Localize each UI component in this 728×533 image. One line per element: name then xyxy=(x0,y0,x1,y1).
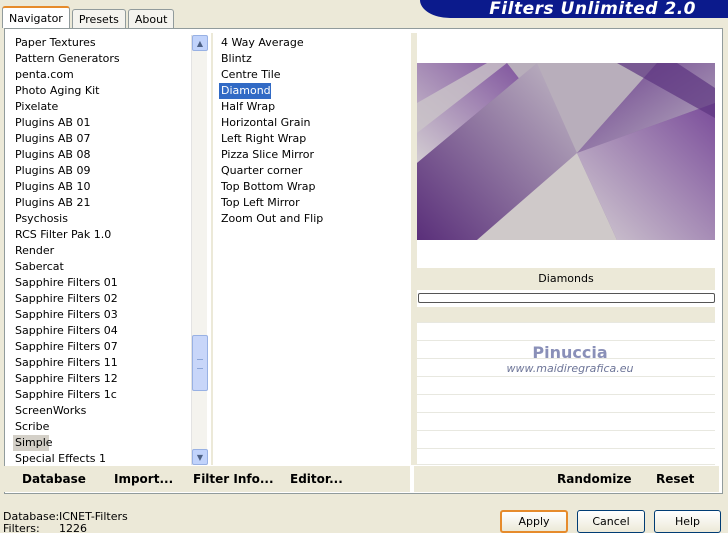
status-filters-value: 1226 xyxy=(59,522,87,533)
control-row xyxy=(417,449,715,465)
category-item[interactable]: Sapphire Filters 12 xyxy=(13,371,183,387)
category-item[interactable]: Scribe xyxy=(13,419,183,435)
randomize-button[interactable]: Randomize xyxy=(557,472,631,486)
category-item[interactable]: RCS Filter Pak 1.0 xyxy=(13,227,183,243)
category-item[interactable]: Sapphire Filters 07 xyxy=(13,339,183,355)
watermark-signature: Pinuccia xyxy=(532,343,608,362)
filter-name-label: Diamonds xyxy=(417,268,715,290)
category-item[interactable]: ScreenWorks xyxy=(13,403,183,419)
category-item[interactable]: Plugins AB 09 xyxy=(13,163,183,179)
category-item[interactable]: Plugins AB 10 xyxy=(13,179,183,195)
scroll-thumb[interactable] xyxy=(192,335,208,391)
category-item[interactable]: Paper Textures xyxy=(13,35,183,51)
category-item[interactable]: Plugins AB 08 xyxy=(13,147,183,163)
category-item[interactable]: Special Effects 1 xyxy=(13,451,183,465)
category-item[interactable]: Plugins AB 01 xyxy=(13,115,183,131)
preview-area: Diamonds Pinuccia www.maidiregrafica.eu xyxy=(417,35,719,465)
category-item[interactable]: Plugins AB 07 xyxy=(13,131,183,147)
category-scrollbar[interactable]: ▲ ▼ xyxy=(191,35,208,465)
app-banner: Filters Unlimited 2.0 xyxy=(420,0,728,18)
category-item[interactable]: Sapphire Filters 1c xyxy=(13,387,183,403)
control-row xyxy=(417,307,715,323)
navigator-panel: Paper Textures Pattern Generators penta.co… xyxy=(4,28,723,494)
tab-bar: Navigator Presets About xyxy=(2,6,176,28)
cancel-button[interactable]: Cancel xyxy=(577,510,645,533)
filter-item[interactable]: Pizza Slice Mirror xyxy=(219,147,409,163)
filter-info-button[interactable]: Filter Info... xyxy=(193,472,274,486)
status-filters: Filters: 1226 xyxy=(3,522,87,533)
filter-list[interactable]: 4 Way Average Blintz Centre Tile Diamonds Ha… xyxy=(219,35,409,465)
apply-button[interactable]: Apply xyxy=(500,510,568,533)
app-title: Filters Unlimited 2.0 xyxy=(489,0,696,18)
filter-item[interactable]: Top Left Mirror xyxy=(219,195,409,211)
scroll-down-button[interactable]: ▼ xyxy=(192,449,208,465)
category-item[interactable]: Simple xyxy=(13,435,53,451)
scroll-up-button[interactable]: ▲ xyxy=(192,35,208,51)
filter-preview-image xyxy=(417,63,715,240)
tab-navigator[interactable]: Navigator xyxy=(2,6,70,28)
filter-item[interactable]: Blintz xyxy=(219,51,409,67)
control-row xyxy=(417,325,715,341)
filter-item[interactable]: Left Right Wrap xyxy=(219,131,409,147)
reset-button[interactable]: Reset xyxy=(656,472,694,486)
control-row xyxy=(417,415,715,431)
editor-button[interactable]: Editor... xyxy=(290,472,343,486)
status-filters-label: Filters: xyxy=(3,522,40,533)
tab-about[interactable]: About xyxy=(127,9,175,28)
filter-item[interactable]: Diamonds xyxy=(219,83,276,99)
watermark: Pinuccia www.maidiregrafica.eu xyxy=(475,343,665,375)
filter-item[interactable]: Quarter corner xyxy=(219,163,409,179)
control-row xyxy=(417,433,715,449)
filter-item[interactable]: Zoom Out and Flip xyxy=(219,211,409,227)
category-item[interactable]: Sapphire Filters 11 xyxy=(13,355,183,371)
help-button[interactable]: Help xyxy=(654,510,721,533)
category-item[interactable]: Pattern Generators xyxy=(13,51,183,67)
category-item[interactable]: Sapphire Filters 01 xyxy=(13,275,183,291)
tab-presets[interactable]: Presets xyxy=(71,9,126,28)
category-item[interactable]: Sapphire Filters 02 xyxy=(13,291,183,307)
category-item[interactable]: Plugins AB 21 xyxy=(13,195,183,211)
category-item[interactable]: Render xyxy=(13,243,183,259)
control-row xyxy=(417,397,715,413)
category-item[interactable]: penta.com xyxy=(13,67,183,83)
right-button-bar: Randomize Reset xyxy=(414,466,719,492)
category-item[interactable]: Pixelate xyxy=(13,99,183,115)
filter-item[interactable]: Horizontal Grain xyxy=(219,115,409,131)
progress-bar xyxy=(418,293,715,303)
category-item[interactable]: Sabercat xyxy=(13,259,183,275)
database-button[interactable]: Database xyxy=(22,472,86,486)
category-item[interactable]: Sapphire Filters 03 xyxy=(13,307,183,323)
control-row xyxy=(417,379,715,395)
import-button[interactable]: Import... xyxy=(114,472,173,486)
filter-item[interactable]: Centre Tile xyxy=(219,67,409,83)
category-item[interactable]: Photo Aging Kit xyxy=(13,83,183,99)
category-item[interactable]: Psychosis xyxy=(13,211,183,227)
filter-item[interactable]: Half Wrap xyxy=(219,99,409,115)
category-item[interactable]: Sapphire Filters 04 xyxy=(13,323,183,339)
category-list[interactable]: Paper Textures Pattern Generators penta.co… xyxy=(13,35,183,465)
divider xyxy=(211,33,213,465)
left-button-bar: Database Import... Filter Info... Editor… xyxy=(4,466,410,492)
filter-item[interactable]: 4 Way Average xyxy=(219,35,409,51)
filter-item[interactable]: Top Bottom Wrap xyxy=(219,179,409,195)
watermark-url: www.maidiregrafica.eu xyxy=(506,362,634,375)
